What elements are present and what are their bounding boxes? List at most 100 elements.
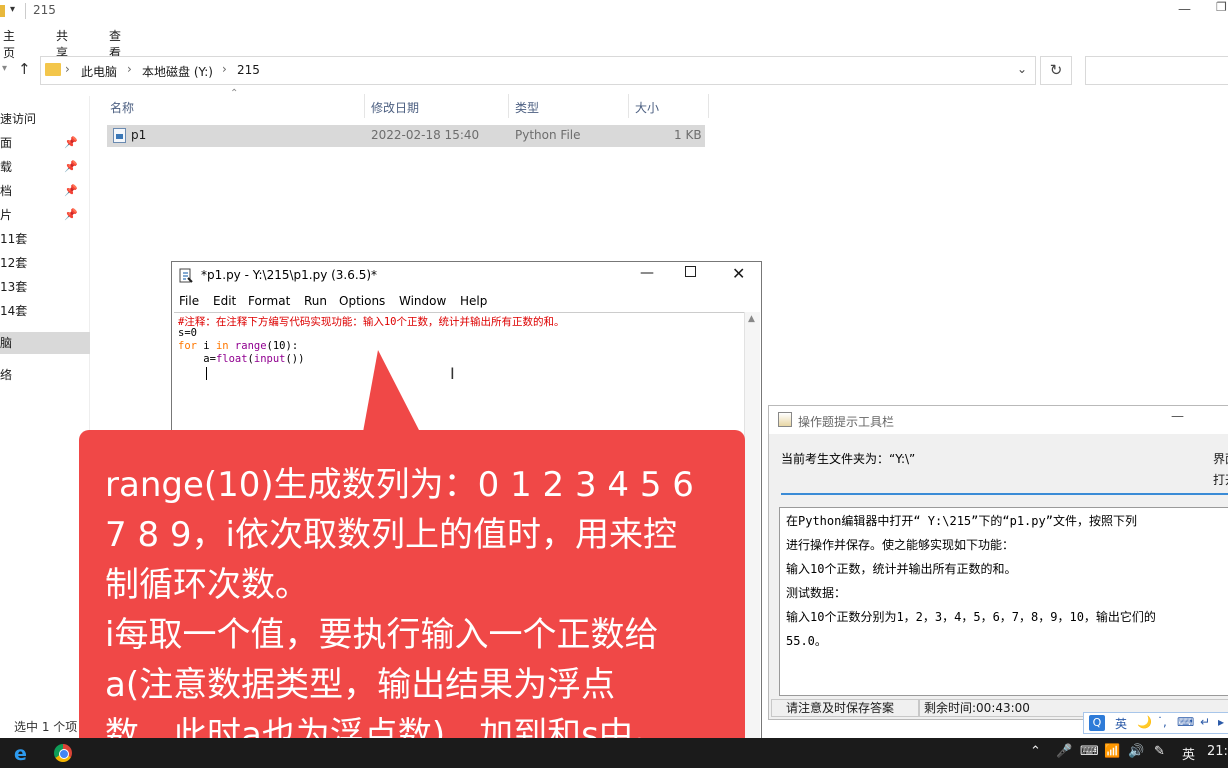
minimize-button[interactable]: —: [640, 265, 654, 281]
nav-item-quick-access[interactable]: 快速访问: [0, 108, 90, 130]
text-caret: [206, 367, 207, 380]
nav-item-label: 第14套: [0, 304, 28, 318]
menu-file[interactable]: File: [179, 294, 199, 308]
refresh-button[interactable]: ↻: [1040, 56, 1072, 85]
question-text-box[interactable]: 在Python编辑器中打开“ Y:\215”下的“p1.py”文件，按照下列 进…: [779, 507, 1228, 696]
status-text: 选中 1 个项目: [14, 720, 90, 734]
menu-options[interactable]: Options: [339, 294, 385, 308]
ime-language[interactable]: 英: [1115, 715, 1127, 732]
ime-toolbar[interactable]: Q 英 🌙 ˙, ⌨ ↵ ▸: [1083, 712, 1228, 734]
up-arrow-icon[interactable]: ↑: [18, 60, 31, 78]
interface-button[interactable]: 界面: [1213, 450, 1228, 467]
edge-browser-icon[interactable]: e: [14, 743, 36, 765]
pin-icon: 📌: [64, 208, 78, 221]
recent-locations-icon[interactable]: ▾: [2, 63, 7, 74]
file-date: 2022-02-18 15:40: [371, 128, 480, 142]
column-size[interactable]: 大小: [635, 99, 659, 116]
volume-icon[interactable]: 🔊: [1128, 744, 1144, 759]
folder-icon: [0, 5, 5, 17]
expand-icon[interactable]: ▸: [1218, 715, 1224, 729]
ibeam-cursor-icon: I: [450, 364, 455, 383]
search-input[interactable]: [1085, 56, 1228, 85]
open-button[interactable]: 打开: [1213, 471, 1228, 488]
hint-window-title: 操作题提示工具栏: [798, 415, 895, 429]
chevron-down-icon[interactable]: ⌄: [1017, 62, 1027, 76]
code-line: for i in range(10):: [178, 340, 298, 352]
nav-item-label: 图片: [0, 208, 13, 222]
nav-item-set-11[interactable]: 第11套: [0, 228, 90, 250]
breadcrumb-215[interactable]: 215: [237, 63, 260, 77]
ime-logo-icon[interactable]: Q: [1089, 715, 1105, 731]
column-divider[interactable]: [364, 94, 365, 118]
chevron-right-icon[interactable]: ›: [65, 62, 70, 76]
address-bar[interactable]: › 此电脑 › 本地磁盘 (Y:) › 215 ⌄: [40, 56, 1036, 85]
quick-access-dropdown-icon[interactable]: ▾: [10, 4, 15, 15]
close-button[interactable]: ✕: [732, 264, 745, 283]
idle-window-title: *p1.py - Y:\215\p1.py (3.6.5)*: [201, 268, 378, 282]
nav-item-pictures[interactable]: 图片 📌: [0, 204, 90, 226]
nav-item-documents[interactable]: 文档 📌: [0, 180, 90, 202]
nav-item-label: 文档: [0, 184, 13, 198]
input-language[interactable]: 英: [1182, 744, 1195, 763]
navigation-pane: 快速访问 桌面 📌 下载 📌 文档 📌 图片 📌 第11套 第12套 第13套 第14套…: [0, 96, 90, 736]
nav-item-set-14[interactable]: 第14套: [0, 300, 90, 322]
moon-icon[interactable]: 🌙: [1137, 715, 1152, 729]
keyboard-icon[interactable]: ⌨: [1177, 715, 1194, 729]
chevron-right-icon[interactable]: ›: [222, 62, 227, 76]
scroll-up-icon[interactable]: ▲: [748, 314, 755, 324]
question-line: 输入10个正数分别为1，2，3，4，5，6，7，8，9，10，输出它们的: [786, 610, 1156, 624]
file-row[interactable]: p1 2022-02-18 15:40 Python File 1 KB: [107, 125, 705, 147]
divider: [781, 493, 1228, 495]
menu-format[interactable]: Format: [248, 294, 290, 308]
nav-item-label: 此电脑: [0, 336, 13, 350]
nav-item-desktop[interactable]: 桌面 📌: [0, 132, 90, 154]
chevron-right-icon[interactable]: ›: [127, 62, 132, 76]
column-headers: ⌃ 名称 修改日期 类型 大小: [104, 88, 710, 118]
column-divider[interactable]: [708, 94, 709, 118]
annotation-callout: range(10)生成数列为：0 1 2 3 4 5 6 7 8 9，i依次取数…: [79, 430, 745, 768]
idle-python-icon: [179, 268, 193, 283]
column-divider[interactable]: [628, 94, 629, 118]
enter-icon[interactable]: ↵: [1200, 715, 1210, 729]
app-icon: [778, 412, 792, 427]
hint-titlebar: 操作题提示工具栏 —: [769, 406, 1228, 434]
nav-item-downloads[interactable]: 下载 📌: [0, 156, 90, 178]
clock[interactable]: 21:4: [1207, 744, 1228, 759]
callout-pointer: [363, 350, 420, 432]
code-line: s=0: [178, 327, 197, 339]
column-divider[interactable]: [508, 94, 509, 118]
chrome-browser-icon[interactable]: [54, 744, 72, 762]
menu-help[interactable]: Help: [460, 294, 487, 308]
breadcrumb-this-pc[interactable]: 此电脑: [81, 63, 117, 80]
nav-item-set-13[interactable]: 第13套: [0, 276, 90, 298]
minimize-button[interactable]: —: [1171, 409, 1184, 424]
menu-run[interactable]: Run: [304, 294, 327, 308]
callout-line: range(10)生成数列为：0 1 2 3 4 5 6: [105, 465, 694, 505]
microphone-icon[interactable]: 🎤: [1056, 744, 1072, 759]
column-type[interactable]: 类型: [515, 99, 539, 116]
keyboard-icon[interactable]: ⌨: [1080, 744, 1099, 759]
column-date[interactable]: 修改日期: [371, 99, 419, 116]
breadcrumb-local-disk[interactable]: 本地磁盘 (Y:): [142, 63, 213, 80]
pen-icon[interactable]: ✎: [1154, 744, 1165, 759]
nav-item-network[interactable]: 网络: [0, 364, 90, 386]
nav-item-set-12[interactable]: 第12套: [0, 252, 90, 274]
network-icon[interactable]: 📶: [1104, 744, 1120, 759]
code-keyword: for: [178, 340, 197, 352]
column-name[interactable]: 名称: [110, 99, 134, 116]
question-line: 测试数据：: [786, 586, 847, 600]
question-line: 在Python编辑器中打开“ Y:\215”下的“p1.py”文件，按照下列: [786, 514, 1137, 528]
file-name: p1: [131, 128, 147, 142]
question-line: 输入10个正数，统计并输出所有正数的和。: [786, 562, 1017, 576]
show-hidden-icons-icon[interactable]: ⌃: [1030, 744, 1041, 759]
callout-line: 7 8 9，i依次取数列上的值时，用来控: [105, 515, 677, 555]
nav-item-this-pc[interactable]: 此电脑: [0, 332, 90, 354]
minimize-button[interactable]: —: [1178, 2, 1191, 17]
maximize-button[interactable]: [685, 266, 696, 277]
restore-button[interactable]: ❐: [1216, 0, 1227, 14]
vertical-scrollbar[interactable]: ▲: [744, 312, 760, 738]
taskbar: e ⌃ 🎤 ⌨ 📶 🔊 ✎ 英 21:4: [0, 738, 1228, 768]
menu-edit[interactable]: Edit: [213, 294, 236, 308]
menu-window[interactable]: Window: [399, 294, 446, 308]
punctuation-icon[interactable]: ˙,: [1157, 715, 1167, 729]
